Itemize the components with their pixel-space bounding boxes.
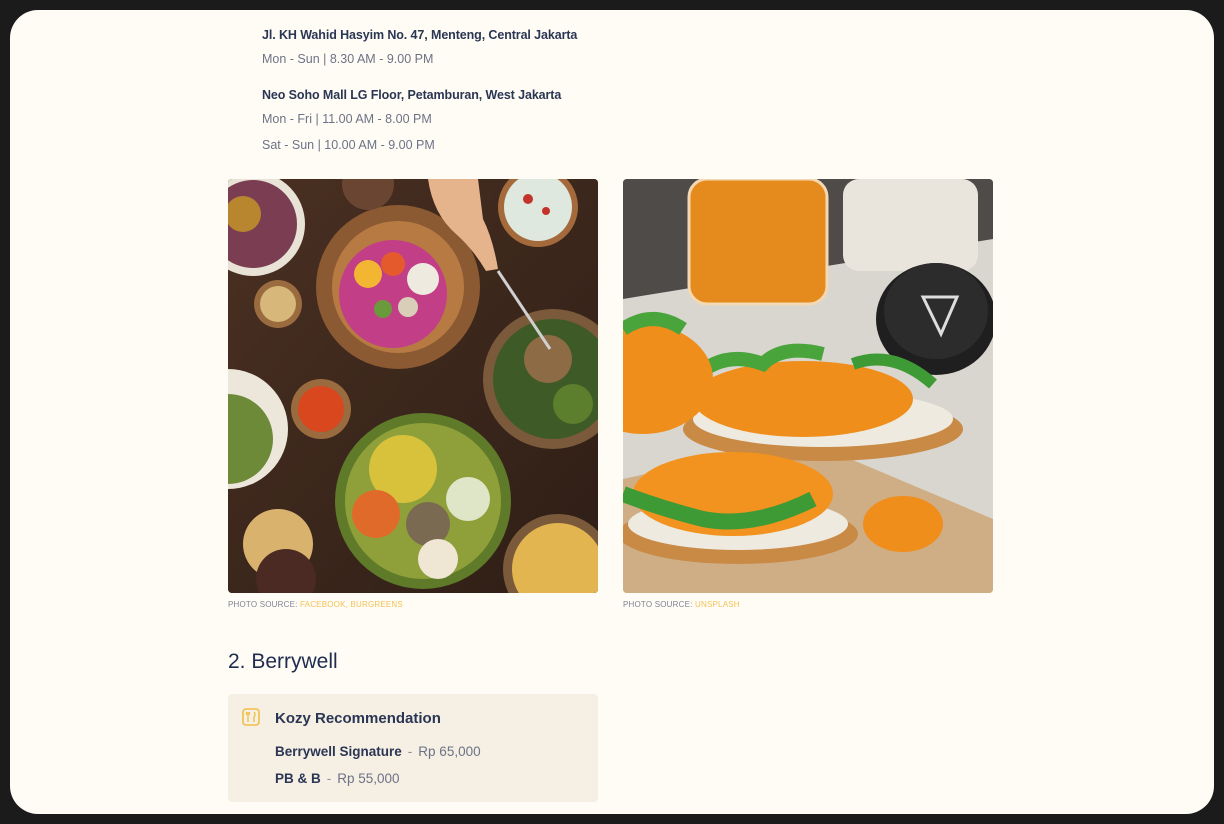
menu-item-price: Rp 55,000 (337, 771, 400, 786)
location-2: Neo Soho Mall LG Floor, Petamburan, West… (262, 88, 561, 152)
browser-frame: Jl. KH Wahid Hasyim No. 47, Menteng, Cen… (10, 10, 1214, 814)
photo-caption-1: PHOTO SOURCE: FACEBOOK, BURGREENS (228, 600, 403, 609)
menu-item-separator: - (407, 744, 413, 759)
restaurant-heading: 2. Berrywell (228, 650, 338, 673)
toast-photo (623, 179, 993, 593)
menu-item-price: Rp 65,000 (418, 744, 481, 759)
menu-item-name: Berrywell Signature (275, 744, 402, 759)
location-hours: Mon - Fri | 11.00 AM - 8.00 PM (262, 112, 432, 126)
recommendation-title: Kozy Recommendation (275, 710, 441, 727)
location-address: Jl. KH Wahid Hasyim No. 47, Menteng, Cen… (262, 28, 578, 42)
menu-item: Berrywell Signature - Rp 65,000 (275, 744, 481, 759)
location-address: Neo Soho Mall LG Floor, Petamburan, West… (262, 88, 562, 102)
food-bowls-photo (228, 179, 598, 593)
recommendation-card: Kozy Recommendation Berrywell Signature -… (228, 694, 598, 802)
location-hours: Sat - Sun | 10.00 AM - 9.00 PM (262, 138, 435, 152)
location-1: Jl. KH Wahid Hasyim No. 47, Menteng, Cen… (262, 28, 577, 66)
menu-item-name: PB & B (275, 771, 321, 786)
cutlery-icon (242, 708, 260, 726)
caption-prefix: PHOTO SOURCE: (228, 600, 298, 609)
menu-item-separator: - (326, 771, 332, 786)
location-hours: Mon - Sun | 8.30 AM - 9.00 PM (262, 52, 434, 66)
photo-source-link[interactable]: UNSPLASH (695, 600, 740, 609)
photo-source-link[interactable]: FACEBOOK, BURGREENS (300, 600, 403, 609)
photo-caption-2: PHOTO SOURCE: UNSPLASH (623, 600, 740, 609)
menu-item: PB & B - Rp 55,000 (275, 771, 400, 786)
caption-prefix: PHOTO SOURCE: (623, 600, 693, 609)
